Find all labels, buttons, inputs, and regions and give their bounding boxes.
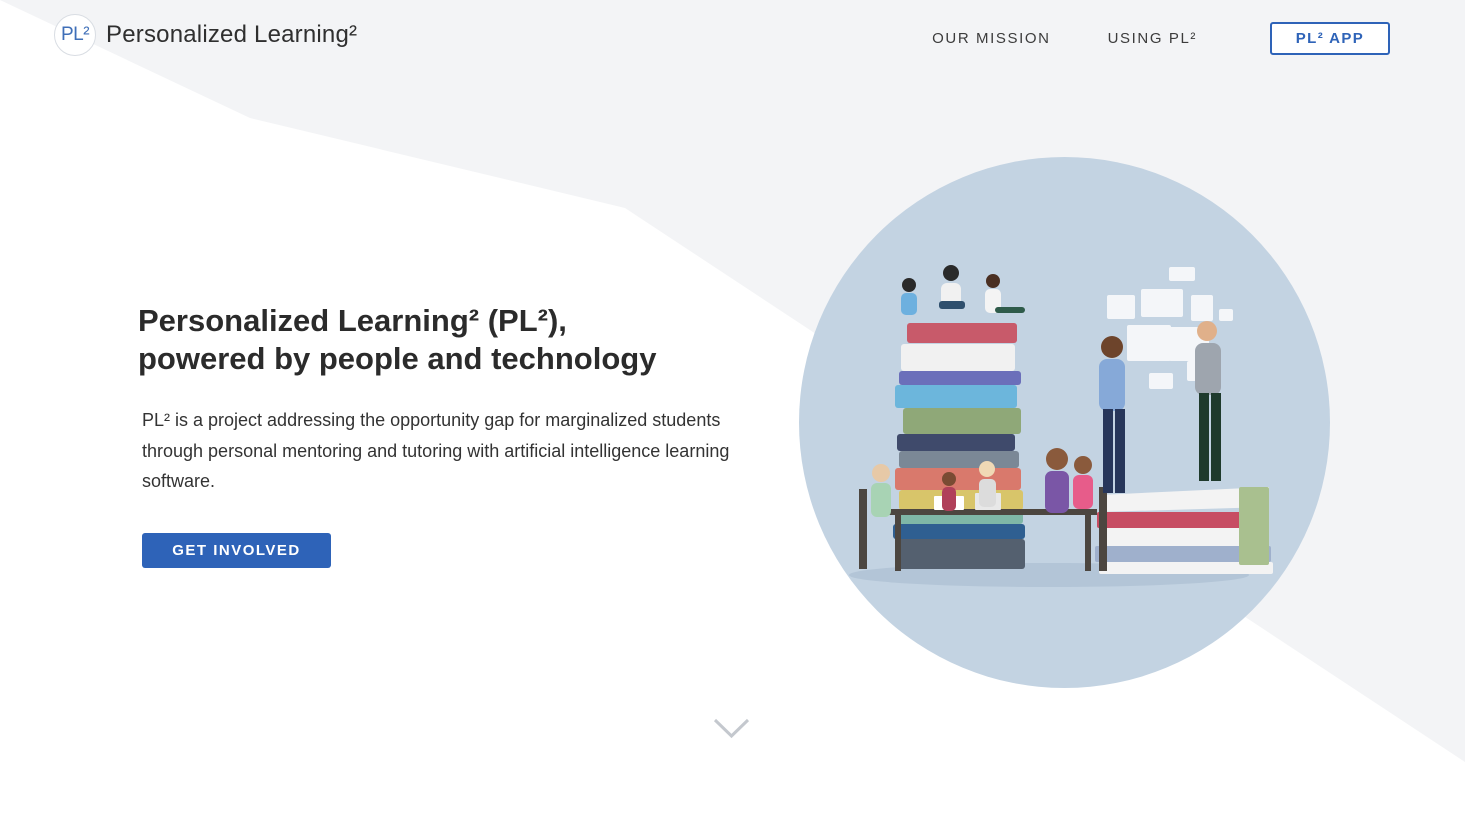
logo-mark: PL² [54, 14, 96, 56]
site-logo[interactable]: PL² Personalized Learning² [54, 14, 357, 56]
hero-title: Personalized Learning² (PL²), powered by… [138, 302, 758, 378]
hero-title-line-1: Personalized Learning² (PL²), [138, 303, 567, 338]
hero-title-line-2: powered by people and technology [138, 341, 657, 376]
site-title: Personalized Learning² [106, 21, 358, 48]
get-involved-button[interactable]: GET INVOLVED [142, 533, 331, 568]
nav-using-pl2[interactable]: USING PL² [1108, 30, 1197, 47]
nav-our-mission[interactable]: OUR MISSION [932, 30, 1050, 47]
people-studying-on-books-illustration [799, 157, 1330, 688]
pl2-app-button[interactable]: PL² APP [1270, 22, 1390, 55]
landing-page: PL² Personalized Learning² OUR MISSION U… [0, 0, 1465, 816]
chevron-down-icon[interactable] [713, 716, 750, 740]
hero-description: PL² is a project addressing the opportun… [142, 410, 730, 491]
main-nav: OUR MISSION USING PL² PL² APP [932, 22, 1390, 55]
